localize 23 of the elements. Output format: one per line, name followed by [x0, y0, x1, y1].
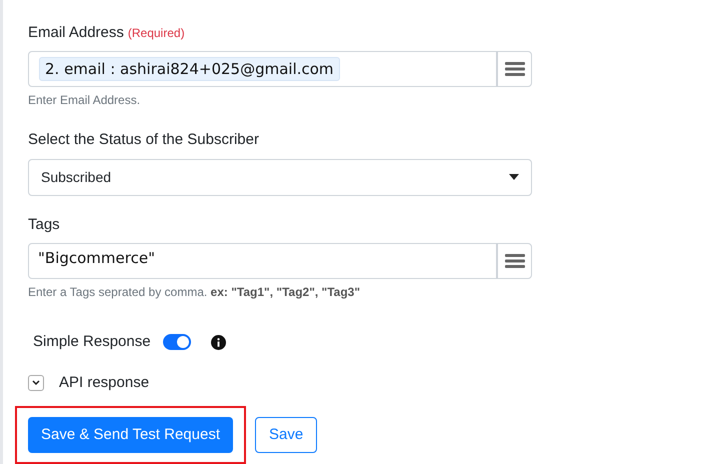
- send-test-button[interactable]: Save & Send Test Request: [28, 417, 234, 453]
- field-token[interactable]: 2. email : ashirai824+025@gmail.com: [39, 56, 340, 80]
- tags-field[interactable]: "Bigcommerce": [28, 243, 497, 279]
- toggle-switch[interactable]: [162, 334, 191, 350]
- help-text: Enter Email Address.: [28, 92, 142, 108]
- info-icon[interactable]: [210, 334, 226, 350]
- field-label: Tags: [28, 214, 61, 234]
- required-note: (Required): [128, 25, 185, 42]
- save-button[interactable]: Save: [255, 417, 318, 453]
- email-field[interactable]: 2. email : ashirai824+025@gmail.com: [28, 50, 497, 86]
- chevron-icon: [32, 380, 40, 386]
- status-select[interactable]: Subscribed: [28, 159, 532, 196]
- menu-icon: [504, 62, 524, 76]
- help-text: Enter a Tags seprated by comma. ex: "Tag1", "Tag2", "Tag3": [28, 284, 362, 301]
- field-label: Select the Status of the Subscriber: [28, 130, 260, 150]
- toggle-label: Simple Response: [33, 332, 151, 352]
- expand-toggle[interactable]: [28, 374, 44, 391]
- menu-button[interactable]: [497, 243, 532, 279]
- menu-button[interactable]: [497, 50, 532, 86]
- menu-icon: [504, 254, 524, 268]
- field-label: Email Address: [28, 23, 124, 43]
- caret-icon: [509, 174, 519, 180]
- section-label: API response: [59, 372, 150, 392]
